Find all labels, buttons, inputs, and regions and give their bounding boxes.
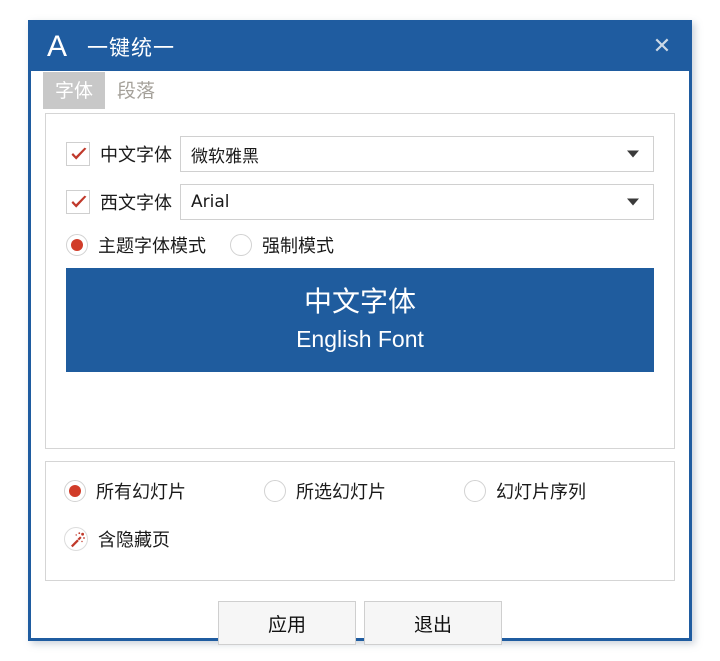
title-bar: A 一键统一 ✕ bbox=[31, 23, 689, 71]
radio-force-mode-label: 强制模式 bbox=[262, 236, 334, 257]
western-font-checkbox[interactable] bbox=[66, 190, 90, 214]
radio-all-slides-dot[interactable] bbox=[64, 480, 86, 502]
chinese-font-row: 中文字体 微软雅黑 bbox=[66, 136, 654, 172]
magic-wand-glyph bbox=[71, 532, 85, 548]
app-logo-icon: A bbox=[47, 30, 68, 63]
chevron-down-icon bbox=[627, 150, 639, 158]
font-mode-radio-group: 主题字体模式 强制模式 bbox=[66, 232, 654, 258]
western-font-label: 西文字体 bbox=[100, 193, 172, 214]
tab-font[interactable]: 字体 bbox=[43, 72, 106, 109]
checkmark-icon bbox=[71, 195, 87, 208]
font-settings-group: 中文字体 微软雅黑 西文字体 Arial 主题字体模式 强制模式 中文字体 En… bbox=[45, 113, 675, 449]
western-font-row: 西文字体 Arial bbox=[66, 184, 654, 220]
preview-english-text: English Font bbox=[296, 325, 424, 352]
chinese-font-select[interactable]: 微软雅黑 bbox=[180, 136, 654, 172]
chinese-font-checkbox[interactable] bbox=[66, 142, 90, 166]
chevron-down-icon bbox=[627, 198, 639, 206]
slide-scope-radio-group: 所有幻灯片 所选幻灯片 幻灯片序列 bbox=[64, 478, 656, 504]
radio-selected-slides-dot[interactable] bbox=[264, 480, 286, 502]
close-icon[interactable]: ✕ bbox=[649, 34, 675, 60]
radio-selected-slides-label: 所选幻灯片 bbox=[296, 482, 386, 503]
page-root: A 一键统一 ✕ 字体 段落 中文字体 微软雅黑 西文字体 Arial 主题字体… bbox=[0, 0, 720, 661]
include-hidden-pages-label: 含隐藏页 bbox=[98, 530, 170, 551]
magic-wand-icon[interactable] bbox=[64, 527, 88, 551]
chinese-font-value: 微软雅黑 bbox=[191, 146, 259, 167]
tab-paragraph[interactable]: 段落 bbox=[105, 72, 167, 109]
slide-scope-group: 所有幻灯片 所选幻灯片 幻灯片序列 含隐藏页 bbox=[45, 461, 675, 581]
radio-slide-range[interactable]: 幻灯片序列 bbox=[464, 478, 586, 504]
unify-fonts-dialog: A 一键统一 ✕ 字体 段落 中文字体 微软雅黑 西文字体 Arial 主题字体… bbox=[28, 20, 692, 645]
radio-slide-range-dot[interactable] bbox=[464, 480, 486, 502]
western-font-value: Arial bbox=[191, 192, 230, 212]
radio-selected-slides[interactable]: 所选幻灯片 bbox=[264, 478, 386, 504]
apply-button[interactable]: 应用 bbox=[218, 601, 356, 645]
radio-all-slides[interactable]: 所有幻灯片 bbox=[64, 478, 186, 504]
radio-theme-font-mode[interactable] bbox=[66, 234, 88, 256]
dialog-footer: 应用 退出 bbox=[31, 601, 689, 645]
include-hidden-pages-row[interactable]: 含隐藏页 bbox=[64, 526, 656, 552]
checkmark-icon bbox=[71, 147, 87, 160]
chinese-font-label: 中文字体 bbox=[100, 145, 172, 166]
exit-button[interactable]: 退出 bbox=[364, 601, 502, 645]
font-preview-panel: 中文字体 English Font bbox=[66, 268, 654, 372]
preview-chinese-text: 中文字体 bbox=[303, 285, 416, 319]
tab-strip: 字体 段落 bbox=[31, 71, 689, 109]
window-title: 一键统一 bbox=[87, 36, 176, 60]
radio-all-slides-label: 所有幻灯片 bbox=[96, 482, 186, 503]
radio-force-mode[interactable] bbox=[230, 234, 252, 256]
western-font-select[interactable]: Arial bbox=[180, 184, 654, 220]
radio-slide-range-label: 幻灯片序列 bbox=[496, 482, 586, 503]
radio-theme-font-mode-label: 主题字体模式 bbox=[98, 236, 206, 257]
